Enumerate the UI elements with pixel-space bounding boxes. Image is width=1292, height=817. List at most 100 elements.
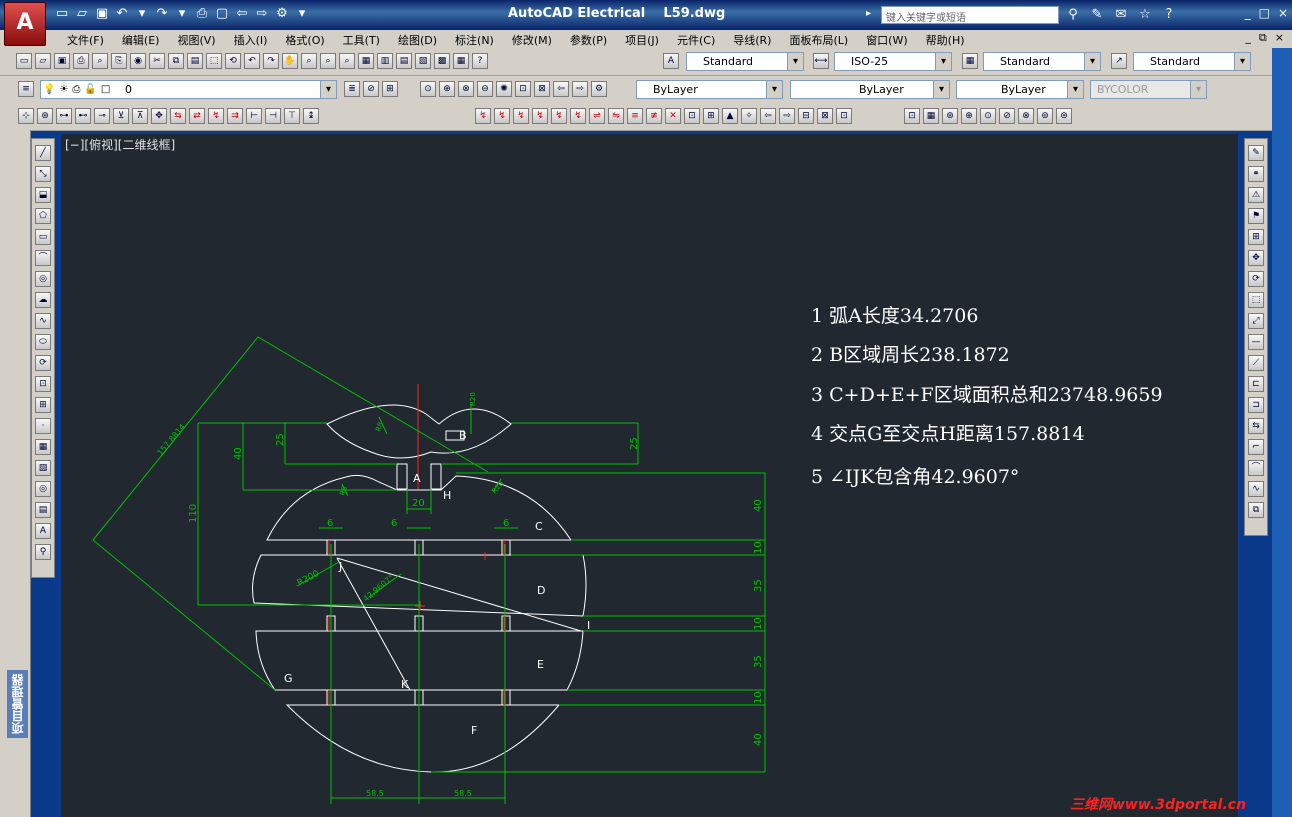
modify-tool-icon[interactable]: ✥ (1248, 250, 1264, 266)
draw-tool-icon[interactable]: ▦ (35, 439, 51, 455)
tool-icon[interactable]: ⇌ (589, 108, 605, 124)
modify-tool-icon[interactable]: ⤢ (1248, 313, 1264, 329)
tool-icon[interactable]: ⊹ (18, 108, 34, 124)
menu-item[interactable]: 插入(I) (225, 32, 277, 48)
undo-icon[interactable]: ↶ (114, 6, 130, 22)
tool-icon[interactable]: ⇨ (779, 108, 795, 124)
tool-icon[interactable]: ↯ (208, 108, 224, 124)
modify-tool-icon[interactable]: — (1248, 334, 1264, 350)
folder-icon[interactable]: ▢ (214, 6, 230, 22)
tool-icon[interactable]: ⎘ (111, 53, 127, 69)
tool-icon[interactable]: ▭ (16, 53, 32, 69)
open-icon[interactable]: ▱ (74, 6, 90, 22)
tool-icon[interactable]: ⇨ (572, 81, 588, 97)
tool-icon[interactable]: ↯ (513, 108, 529, 124)
draw-tool-icon[interactable]: ◎ (35, 481, 51, 497)
draw-tool-icon[interactable]: ╱ (35, 145, 51, 161)
draw-tool-icon[interactable]: ⚲ (35, 544, 51, 560)
communication-icon[interactable]: ✉ (1112, 6, 1130, 24)
drawing-canvas[interactable]: [−][俯视][二维线框] 25 40 110 25 20 6 6 6 40 1… (61, 134, 1238, 817)
menu-item[interactable]: 窗口(W) (857, 32, 916, 48)
menu-item[interactable]: 工具(T) (334, 32, 389, 48)
tool-icon[interactable]: ↯ (551, 108, 567, 124)
tool-icon[interactable]: ⇉ (227, 108, 243, 124)
tool-icon[interactable]: ▦ (358, 53, 374, 69)
application-menu-button[interactable]: A (4, 2, 46, 46)
modify-tool-icon[interactable]: ⌒ (1248, 460, 1264, 476)
doc-restore-button[interactable]: ⧉ (1259, 31, 1267, 45)
modify-tool-icon[interactable]: ⚭ (1248, 166, 1264, 182)
color-select[interactable]: ByLayer (636, 80, 783, 99)
menu-item[interactable]: 参数(P) (561, 32, 616, 48)
draw-tool-icon[interactable]: ⬠ (35, 208, 51, 224)
tool-icon[interactable]: ✋ (282, 53, 298, 69)
draw-tool-icon[interactable]: ⊞ (35, 397, 51, 413)
modify-tool-icon[interactable]: ✎ (1248, 145, 1264, 161)
draw-tool-icon[interactable]: ◎ (35, 271, 51, 287)
tool-icon[interactable]: ↯ (475, 108, 491, 124)
tool-icon[interactable]: ⊻ (113, 108, 129, 124)
tool-icon[interactable]: ⊼ (132, 108, 148, 124)
modify-tool-icon[interactable]: ⚑ (1248, 208, 1264, 224)
tool-icon[interactable]: ▦ (923, 108, 939, 124)
modify-tool-icon[interactable]: ⚠ (1248, 187, 1264, 203)
tool-icon[interactable]: ⚙ (591, 81, 607, 97)
tool-icon[interactable]: ◉ (130, 53, 146, 69)
dropdown-icon[interactable]: ▾ (174, 6, 190, 22)
menu-item[interactable]: 导线(R) (724, 32, 780, 48)
menu-item[interactable]: 格式(O) (276, 32, 333, 48)
draw-tool-icon[interactable]: ⌒ (35, 250, 51, 266)
draw-tool-icon[interactable]: ▭ (35, 229, 51, 245)
menu-item[interactable]: 帮助(H) (917, 32, 974, 48)
tool-icon[interactable]: ▥ (377, 53, 393, 69)
lineweight-select[interactable]: ByLayer (956, 80, 1084, 99)
tool-icon[interactable]: ⊞ (703, 108, 719, 124)
draw-tool-icon[interactable]: ▧ (35, 460, 51, 476)
menu-item[interactable]: 编辑(E) (113, 32, 169, 48)
draw-tool-icon[interactable]: ▤ (35, 502, 51, 518)
help-icon[interactable]: ? (1160, 6, 1178, 24)
doc-close-button[interactable]: × (1275, 31, 1284, 45)
modify-tool-icon[interactable]: ⟋ (1248, 355, 1264, 371)
tool-icon[interactable]: ⇆ (170, 108, 186, 124)
new-icon[interactable]: ▭ (54, 6, 70, 22)
tool-icon[interactable]: ≡ (627, 108, 643, 124)
menu-item[interactable]: 视图(V) (168, 32, 224, 48)
tool-icon[interactable]: ⊘ (999, 108, 1015, 124)
tool-icon[interactable]: ▤ (396, 53, 412, 69)
tool-icon[interactable]: ⊕ (439, 81, 455, 97)
modify-tool-icon[interactable]: ⧉ (1248, 502, 1264, 518)
tool-icon[interactable]: ⊙ (420, 81, 436, 97)
tool-icon[interactable]: ⊗ (1018, 108, 1034, 124)
modify-tool-icon[interactable]: ⊞ (1248, 229, 1264, 245)
table-style-select[interactable]: Standard (983, 52, 1101, 71)
redo-icon[interactable]: ↷ (154, 6, 170, 22)
tool-icon[interactable]: ⌕ (320, 53, 336, 69)
modify-tool-icon[interactable]: ⬚ (1248, 292, 1264, 308)
tool-icon[interactable]: ↨ (303, 108, 319, 124)
menu-item[interactable]: 元件(C) (668, 32, 724, 48)
tool-icon[interactable]: ⊕ (961, 108, 977, 124)
linetype-select[interactable]: ByLayer (790, 80, 950, 99)
settings-icon[interactable]: ⚙ (274, 6, 290, 22)
tool-icon[interactable]: ⎙ (73, 53, 89, 69)
tool-icon[interactable]: ⇋ (608, 108, 624, 124)
tool-icon[interactable]: ⊗ (458, 81, 474, 97)
tool-icon[interactable]: ✺ (496, 81, 512, 97)
menu-item[interactable]: 文件(F) (58, 32, 113, 48)
favorites-icon[interactable]: ☆ (1136, 6, 1154, 24)
back-icon[interactable]: ⇦ (234, 6, 250, 22)
tool-icon[interactable]: ⊘ (363, 81, 379, 97)
draw-tool-icon[interactable]: ⬓ (35, 187, 51, 203)
tool-icon[interactable]: ⊡ (515, 81, 531, 97)
tool-icon[interactable]: ⊡ (836, 108, 852, 124)
tool-icon[interactable]: ⊟ (798, 108, 814, 124)
save-icon[interactable]: ▣ (94, 6, 110, 22)
tool-icon[interactable]: ⊷ (75, 108, 91, 124)
tool-icon[interactable]: ≣ (344, 81, 360, 97)
menu-item[interactable]: 标注(N) (446, 32, 503, 48)
minimize-button[interactable]: _ (1245, 6, 1251, 20)
modify-tool-icon[interactable]: ⌐ (1248, 439, 1264, 455)
tool-icon[interactable]: ✧ (741, 108, 757, 124)
tool-icon[interactable]: ↯ (570, 108, 586, 124)
